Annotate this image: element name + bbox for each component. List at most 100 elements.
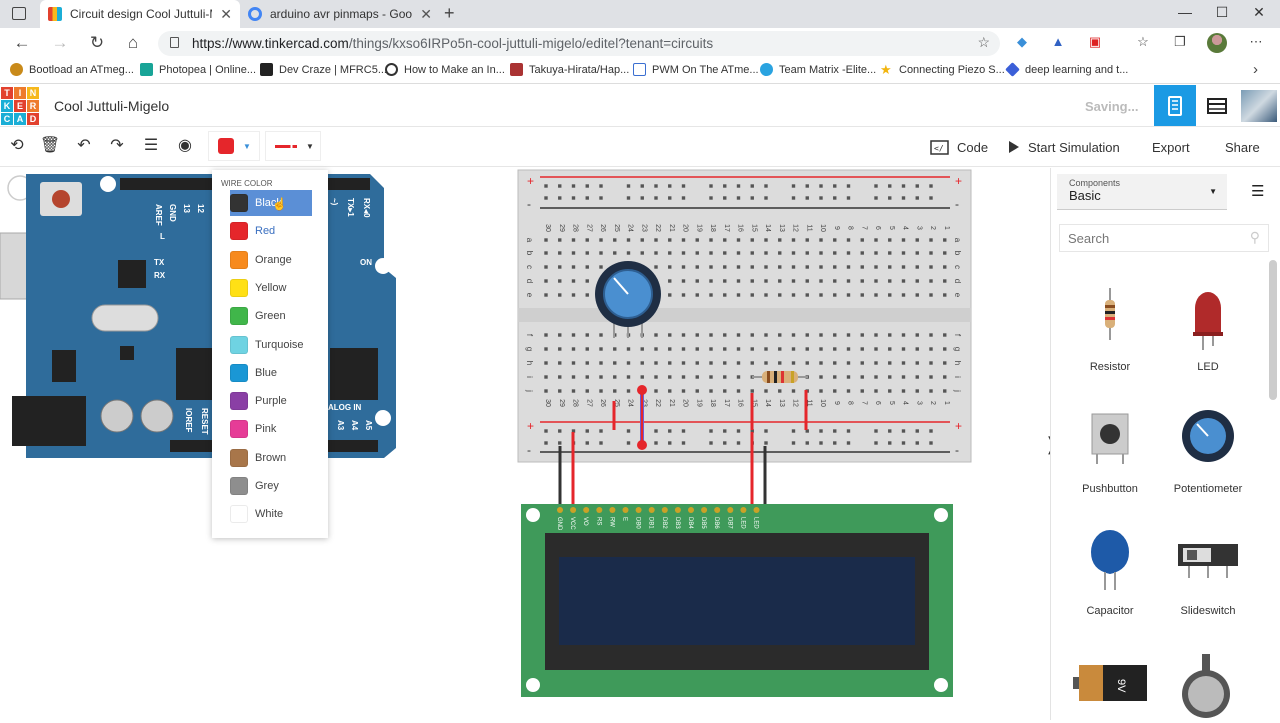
breadboard-hole[interactable]: [695, 293, 699, 297]
breadboard-hole[interactable]: [723, 238, 727, 242]
breadboard-hole[interactable]: [846, 375, 851, 379]
close-icon[interactable]: ✕: [220, 6, 232, 23]
breadboard-hole[interactable]: [943, 238, 947, 242]
wire-color-white[interactable]: White: [230, 501, 312, 527]
breadboard-hole[interactable]: [709, 238, 713, 242]
start-simulation-button[interactable]: Start Simulation: [1008, 135, 1120, 159]
breadboard-hole[interactable]: [833, 196, 837, 200]
breadboard-hole[interactable]: [805, 279, 809, 283]
breadboard-hole[interactable]: [929, 441, 933, 445]
extension-arrow-icon[interactable]: ▲: [1049, 34, 1067, 52]
notes-icon[interactable]: ☰: [139, 135, 163, 155]
breadboard-hole[interactable]: [791, 361, 796, 365]
tab-tinkercad[interactable]: Circuit design Cool Juttuli-Migel ✕: [40, 0, 240, 28]
lcd-pin[interactable]: [714, 507, 721, 513]
breadboard-hole[interactable]: [874, 429, 878, 433]
breadboard-hole[interactable]: [929, 184, 933, 188]
bookmark-item[interactable]: How to Make an In...: [385, 63, 505, 76]
circuit-canvas[interactable]: AREFGND131211TXRXLONIOREFRESETALOG INA3A…: [0, 168, 1059, 720]
breadboard-hole[interactable]: [626, 361, 631, 365]
breadboard-hole[interactable]: [736, 279, 741, 283]
breadboard-hole[interactable]: [791, 347, 796, 351]
breadboard-hole[interactable]: [901, 251, 906, 255]
breadboard-hole[interactable]: [764, 441, 768, 445]
breadboard-hole[interactable]: [723, 389, 727, 393]
breadboard-hole[interactable]: [929, 429, 933, 433]
breadboard-hole[interactable]: [668, 196, 672, 200]
breadboard-hole[interactable]: [778, 389, 782, 393]
breadboard-hole[interactable]: [791, 293, 796, 297]
wire-color-brown[interactable]: Brown: [230, 445, 312, 471]
breadboard-hole[interactable]: [681, 196, 686, 200]
breadboard-hole[interactable]: [599, 441, 603, 445]
breadboard-hole[interactable]: [558, 429, 562, 433]
breadboard-hole[interactable]: [558, 238, 562, 242]
breadboard-hole[interactable]: [929, 238, 933, 242]
breadboard-hole[interactable]: [943, 265, 947, 269]
breadboard-hole[interactable]: [833, 429, 837, 433]
breadboard-hole[interactable]: [709, 347, 713, 351]
breadboard-hole[interactable]: [778, 279, 782, 283]
breadboard-hole[interactable]: [860, 265, 864, 269]
breadboard-hole[interactable]: [915, 347, 919, 351]
component-search-input[interactable]: Search ⚲: [1059, 224, 1269, 252]
breadboard-hole[interactable]: [805, 441, 809, 445]
breadboard-hole[interactable]: [764, 265, 768, 269]
breadboard-hole[interactable]: [709, 429, 713, 433]
wire-color-black[interactable]: Black: [230, 190, 312, 216]
breadboard-hole[interactable]: [901, 429, 906, 433]
breadboard-hole[interactable]: [558, 293, 562, 297]
bookmark-item[interactable]: Photopea | Online...: [140, 63, 256, 76]
rotate-icon[interactable]: ⟲: [5, 135, 29, 155]
breadboard-hole[interactable]: [723, 361, 727, 365]
breadboard-hole[interactable]: [640, 347, 644, 351]
breadboard-hole[interactable]: [888, 375, 892, 379]
breadboard-hole[interactable]: [888, 293, 892, 297]
lcd-pin[interactable]: [661, 507, 668, 513]
breadboard-hole[interactable]: [888, 361, 892, 365]
breadboard-hole[interactable]: [585, 238, 589, 242]
breadboard-hole[interactable]: [571, 375, 576, 379]
breadboard-hole[interactable]: [558, 184, 562, 188]
breadboard-hole[interactable]: [915, 251, 919, 255]
breadboard-hole[interactable]: [723, 293, 727, 297]
breadboard-hole[interactable]: [558, 375, 562, 379]
breadboard-hole[interactable]: [626, 441, 631, 445]
breadboard-hole[interactable]: [681, 389, 686, 393]
undo-icon[interactable]: ↶: [72, 135, 96, 155]
breadboard-hole[interactable]: [654, 238, 658, 242]
close-icon[interactable]: ✕: [420, 6, 432, 23]
breadboard-hole[interactable]: [613, 251, 617, 255]
breadboard-hole[interactable]: [888, 251, 892, 255]
breadboard-hole[interactable]: [819, 375, 823, 379]
breadboard-hole[interactable]: [750, 333, 754, 337]
breadboard-hole[interactable]: [929, 279, 933, 283]
breadboard-hole[interactable]: [833, 333, 837, 337]
breadboard-hole[interactable]: [888, 429, 892, 433]
component-led[interactable]: LED: [1163, 288, 1253, 373]
breadboard-hole[interactable]: [558, 251, 562, 255]
breadboard-hole[interactable]: [695, 389, 699, 393]
breadboard-hole[interactable]: [613, 361, 617, 365]
breadboard-hole[interactable]: [654, 184, 658, 188]
wire-color-purple[interactable]: Purple: [230, 388, 312, 414]
breadboard-hole[interactable]: [709, 441, 713, 445]
breadboard-hole[interactable]: [846, 333, 851, 337]
breadboard-hole[interactable]: [750, 238, 754, 242]
circuit-view-button[interactable]: [1154, 85, 1196, 126]
breadboard-hole[interactable]: [888, 265, 892, 269]
breadboard[interactable]: + + - - + + - - 303029292828272726262525…: [517, 169, 972, 463]
back-icon[interactable]: ←: [10, 33, 34, 53]
breadboard-hole[interactable]: [736, 389, 741, 393]
breadboard-hole[interactable]: [764, 389, 768, 393]
breadboard-hole[interactable]: [668, 293, 672, 297]
breadboard-hole[interactable]: [860, 347, 864, 351]
breadboard-hole[interactable]: [805, 238, 809, 242]
breadboard-hole[interactable]: [860, 279, 864, 283]
breadboard-hole[interactable]: [723, 265, 727, 269]
component-potentiometer[interactable]: Potentiometer: [1163, 410, 1253, 495]
breadboard-hole[interactable]: [585, 361, 589, 365]
breadboard-hole[interactable]: [778, 361, 782, 365]
breadboard-hole[interactable]: [750, 265, 754, 269]
breadboard-hole[interactable]: [750, 196, 754, 200]
